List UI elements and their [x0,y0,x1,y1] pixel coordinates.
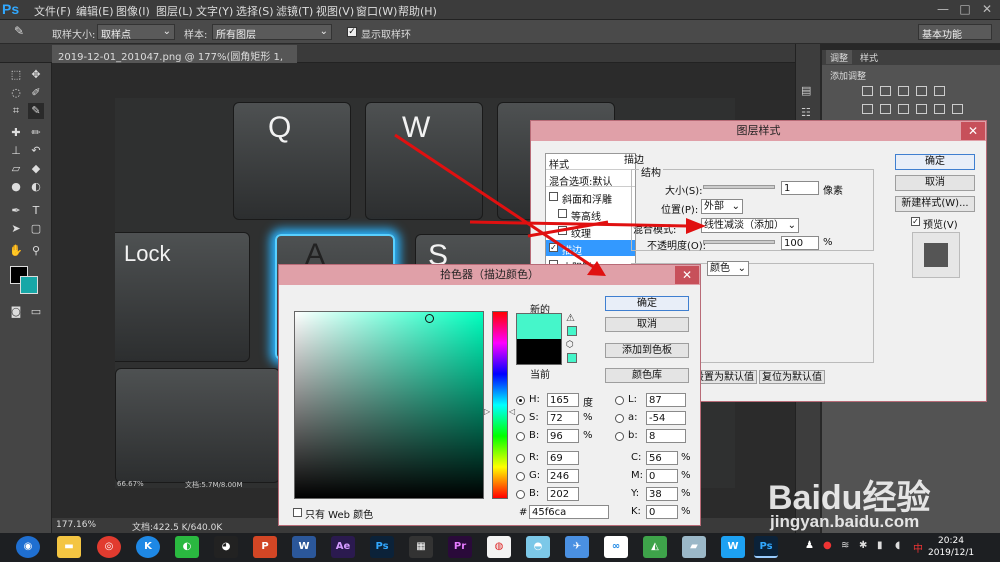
start-button-icon[interactable]: ◉ [16,536,40,558]
green-app-icon[interactable]: ◭ [643,536,667,558]
file-explorer-icon[interactable]: ▬ [57,536,81,558]
after-effects-icon[interactable]: Ae [331,536,355,558]
photoshop-active-icon[interactable]: Ps [754,536,778,558]
app-tray-icon[interactable]: ● [823,540,835,552]
powerpoint-icon[interactable]: P [253,536,277,558]
baidu-watermark-url: jingyan.baidu.com [770,512,920,531]
send-app-icon[interactable]: ✈ [565,536,589,558]
bluetooth-tray-icon[interactable]: ✱ [859,540,871,552]
clock-date[interactable]: 2019/12/1 [928,548,974,558]
volume-tray-icon[interactable]: ◖ [895,540,907,552]
ball-app-icon[interactable]: ◍ [487,536,511,558]
red-arrow-to-blend [469,220,689,228]
video-editor-icon[interactable]: ▦ [409,536,433,558]
baidu-netdisk-icon[interactable]: ∞ [604,536,628,558]
red-arrowhead-blend [686,218,706,234]
wifi-tray-icon[interactable]: ≋ [841,540,853,552]
qq-tray-icon[interactable]: ♟ [805,540,817,552]
ime-indicator[interactable]: 中 [913,540,923,555]
cat-app-icon[interactable]: ◓ [526,536,550,558]
qq-icon[interactable]: ◕ [214,536,238,558]
notes-app-icon[interactable]: ▰ [682,536,706,558]
photoshop-taskbar-icon[interactable]: Ps [370,536,394,558]
premiere-icon[interactable]: Pr [448,536,472,558]
red-arrow-to-picker [394,133,599,272]
word-icon[interactable]: W [292,536,316,558]
clock-time[interactable]: 20:24 [938,536,964,546]
wps-icon[interactable]: W [721,536,745,558]
battery-tray-icon[interactable]: ▮ [877,540,889,552]
wechat-icon[interactable]: ◐ [175,536,199,558]
kugou-icon[interactable]: K [136,536,160,558]
netease-music-icon[interactable]: ◎ [97,536,121,558]
